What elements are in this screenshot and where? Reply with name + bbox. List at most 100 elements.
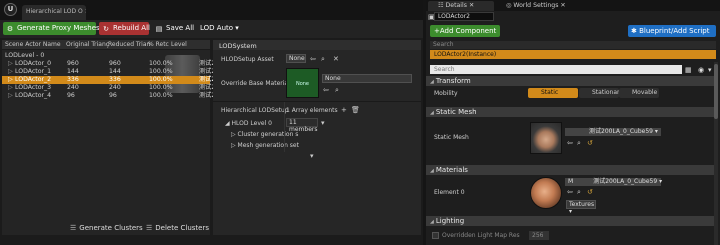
eye-icon[interactable]: ◉ (698, 66, 704, 74)
search-icon[interactable]: ⌕ (577, 188, 581, 196)
close-icon[interactable]: ✕ (85, 8, 86, 15)
table-row-selected[interactable]: ▷ LODActor_2 336 336 100.0% 测试20 (2, 76, 219, 84)
expand-arrow-icon[interactable]: ▷ (8, 92, 13, 100)
hlod-level-members[interactable]: 11 members (286, 118, 318, 133)
placeholder: Search (433, 41, 454, 48)
rebuild-all-button[interactable]: ↻ Rebuild All (99, 22, 150, 35)
section-transform[interactable]: ◢ Transform (426, 76, 716, 86)
chevron-down-icon[interactable]: ▾ (310, 152, 314, 160)
menu-icon: ☰ (70, 224, 77, 232)
lod-auto-dropdown[interactable]: LOD Auto ▾ (197, 22, 239, 35)
scrollbar-thumb[interactable] (714, 64, 718, 119)
col-original-triangles[interactable]: Original Trianç (66, 41, 109, 48)
col-level[interactable]: Level (171, 41, 187, 48)
material-thumbnail[interactable] (530, 177, 562, 209)
hlod-toolbar: ⚙ Generate Proxy Meshes ↻ Rebuild All ▤ Sav… (0, 20, 423, 38)
component-search-input[interactable]: Search (430, 41, 716, 49)
textures-dropdown[interactable]: Textures ▾ (566, 200, 596, 215)
unreal-logo-icon: U (4, 3, 17, 16)
tab-details[interactable]: ☷ Details ✕ (428, 1, 494, 11)
col-percent-retained[interactable]: % Retc (148, 41, 169, 48)
expand-arrow-icon[interactable]: ▷ (8, 84, 13, 92)
arrow-left-icon[interactable]: ⇦ (567, 139, 573, 147)
save-all-button[interactable]: ▤ Save All (152, 22, 194, 35)
search-icon[interactable]: ⌕ (321, 55, 325, 63)
override-material-dropdown[interactable]: None (322, 74, 412, 83)
add-component-button[interactable]: +Add Component ▾ (430, 25, 500, 47)
hierarchical-setup-label: Hierarchical LODSetup (221, 107, 289, 114)
button-label: Generate Proxy Meshes (17, 24, 100, 32)
section-static-mesh[interactable]: ◢ Static Mesh (426, 107, 716, 117)
dropdown-value: Textures (569, 201, 595, 208)
close-icon[interactable]: ✕ (469, 2, 474, 9)
element-0-label: Element 0 (434, 189, 465, 196)
component-instance-row[interactable]: LODActor2(Instance) (430, 50, 716, 59)
mesh-settings-row[interactable]: ▷ Mesh generation set (231, 142, 299, 149)
section-title: Lighting (435, 217, 465, 225)
button-label: Save All (166, 24, 195, 32)
mobility-movable-option[interactable]: Movable (619, 88, 659, 98)
static-mesh-thumbnail[interactable] (530, 122, 562, 154)
chevron-down-icon[interactable]: ▾ (321, 119, 325, 127)
mobility-static-option[interactable]: Static (528, 88, 578, 98)
reset-icon[interactable]: ↺ (587, 188, 593, 196)
tab-world-settings[interactable]: ◎ World Settings ✕ (496, 1, 566, 11)
section-materials[interactable]: ◢ Materials (426, 165, 716, 175)
row-reduced: 144 (109, 68, 121, 75)
blueprint-add-script-button[interactable]: ✱ Blueprint/Add Script (628, 25, 716, 37)
actor-name-field[interactable]: LODActor2 (434, 12, 494, 21)
tab-label: Details (445, 2, 467, 9)
table-row[interactable]: ▷ LODActor_4 96 96 100.0% 测试20 (2, 92, 219, 100)
row-pct: 100.0% (149, 76, 173, 83)
lightmap-res-field[interactable]: 256 (529, 231, 549, 240)
search-icon[interactable]: ⌕ (577, 139, 581, 147)
col-scene-actor-name[interactable]: Scene Actor Name (5, 41, 61, 48)
button-label: +Add Component (434, 27, 497, 35)
table-row[interactable]: ▷ LODActor_0 960 960 100.0% 测试20 (2, 60, 219, 68)
clear-icon[interactable]: ✕ (333, 55, 339, 63)
expand-arrow-icon[interactable]: ▷ (8, 76, 13, 84)
search-icon[interactable]: ⌕ (335, 86, 339, 94)
lod-system-title: LODSystem (213, 40, 421, 50)
grid-view-icon[interactable]: ▦ (685, 66, 692, 74)
expand-arrow-icon[interactable]: ▷ (8, 68, 13, 76)
table-row[interactable]: ▷ LODActor_3 240 240 100.0% 测试20 (2, 84, 219, 92)
hlod-setup-asset-label: HLODSetup Asset (221, 56, 274, 63)
table-row[interactable]: ▷ LODActor_1 144 144 100.0% 测试20 (2, 68, 219, 76)
row-pct: 100.0% (149, 60, 173, 67)
material-asset-field[interactable]: M 测试200LA_0_Cube59 ▾ (565, 178, 662, 186)
close-icon[interactable]: ✕ (560, 2, 565, 9)
collapse-arrow-icon: ◢ (430, 79, 434, 85)
hlod-setup-asset-dropdown[interactable]: None (286, 54, 306, 63)
tab-hierarchical-lod[interactable]: Hierarchical LOD O ✕ (22, 5, 86, 20)
static-mesh-asset-field[interactable]: 测试200LA_0_Cube59 ▾ (565, 128, 661, 136)
section-title: Transform (435, 77, 471, 85)
override-lightmap-checkbox[interactable] (432, 232, 439, 239)
arrow-left-icon[interactable]: ⇦ (323, 86, 329, 94)
mobility-stationary-option[interactable]: Stationary (579, 88, 623, 98)
row-label: LODActor2(Instance) (434, 51, 497, 58)
chevron-down-icon[interactable]: ▾ (708, 66, 712, 74)
details-search-input[interactable]: Search (430, 65, 682, 74)
delete-clusters-button[interactable]: ☰ Delete Clusters (146, 224, 209, 232)
generate-clusters-button[interactable]: ☰ Generate Clusters (70, 224, 143, 232)
hlod-level-label[interactable]: ◢ HLOD Level 0 (225, 120, 272, 127)
label-text: HLOD Level 0 (231, 120, 272, 127)
dropdown-value: None (325, 75, 341, 82)
collapse-arrow-icon: ◢ (430, 219, 434, 225)
trash-icon[interactable]: 🗑 (351, 106, 360, 114)
cluster-settings-row[interactable]: ▷ Cluster generation s (231, 131, 298, 138)
arrow-left-icon[interactable]: ⇦ (310, 55, 316, 63)
section-lighting[interactable]: ◢ Lighting (426, 216, 716, 226)
details-icon: ☷ (438, 2, 446, 9)
expand-arrow-icon[interactable]: ▷ (8, 60, 13, 68)
reset-icon[interactable]: ↺ (587, 139, 593, 147)
material-thumbnail[interactable]: None (286, 68, 319, 98)
generate-proxy-meshes-button[interactable]: ⚙ Generate Proxy Meshes (3, 22, 100, 35)
add-icon[interactable]: + (341, 106, 347, 114)
col-reduced-triangles[interactable]: Reduced Trian (108, 41, 150, 48)
arrow-left-icon[interactable]: ⇦ (567, 188, 573, 196)
label-text: Mesh generation set (237, 142, 299, 149)
row-reduced: 96 (109, 92, 117, 99)
button-label: Generate Clusters (79, 224, 143, 232)
